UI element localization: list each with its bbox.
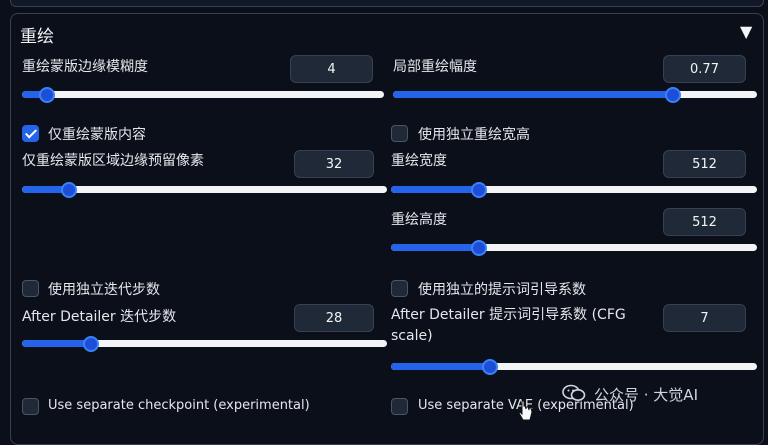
mask-blur-slider[interactable] bbox=[22, 86, 384, 103]
slider-track[interactable] bbox=[391, 244, 757, 251]
slider-track[interactable] bbox=[22, 91, 384, 98]
use-separate-size-checkbox[interactable] bbox=[391, 125, 408, 142]
mask-blur-label: 重绘蒙版边缘模糊度 bbox=[22, 59, 148, 75]
use-separate-checkpoint-checkbox[interactable] bbox=[22, 398, 39, 415]
section-title: 重绘 bbox=[20, 27, 54, 47]
inpaint-only-masked-label: 仅重绘蒙版内容 bbox=[48, 127, 146, 143]
slider-thumb[interactable] bbox=[61, 181, 78, 198]
slider-fill bbox=[22, 340, 92, 347]
slider-thumb[interactable] bbox=[481, 358, 498, 375]
slider-thumb[interactable] bbox=[665, 86, 682, 103]
width-input[interactable]: 512 bbox=[663, 150, 746, 178]
height-label: 重绘高度 bbox=[391, 212, 447, 228]
cfg-label: After Detailer 提示词引导系数 (CFG scale) bbox=[391, 307, 626, 344]
padding-input[interactable]: 32 bbox=[294, 150, 374, 178]
use-separate-cfg-checkbox[interactable] bbox=[391, 280, 408, 297]
inpaint-panel bbox=[10, 13, 764, 445]
slider-thumb[interactable] bbox=[470, 181, 487, 198]
inpaint-only-masked-checkbox[interactable] bbox=[22, 125, 39, 142]
padding-slider[interactable] bbox=[22, 181, 387, 198]
use-separate-steps-checkbox[interactable] bbox=[22, 280, 39, 297]
slider-track[interactable] bbox=[391, 363, 757, 370]
height-slider[interactable] bbox=[391, 239, 757, 256]
mask-blur-input[interactable]: 4 bbox=[290, 55, 373, 83]
steps-label: After Detailer 迭代步数 bbox=[22, 309, 177, 325]
slider-fill bbox=[391, 186, 479, 193]
slider-fill bbox=[391, 244, 479, 251]
slider-thumb[interactable] bbox=[39, 86, 56, 103]
use-separate-cfg-label: 使用独立的提示词引导系数 bbox=[418, 282, 586, 298]
padding-label: 仅重绘蒙版区域边缘预留像素 bbox=[22, 153, 204, 169]
slider-track[interactable] bbox=[393, 91, 757, 98]
slider-thumb[interactable] bbox=[83, 335, 100, 352]
cfg-slider[interactable] bbox=[391, 358, 757, 375]
use-separate-checkpoint-label: Use separate checkpoint (experimental) bbox=[48, 398, 310, 413]
triangle-down-icon[interactable]: ▼ bbox=[740, 22, 752, 41]
denoise-label: 局部重绘幅度 bbox=[393, 59, 477, 75]
use-separate-size-label: 使用独立重绘宽高 bbox=[418, 127, 530, 143]
width-slider[interactable] bbox=[391, 181, 757, 198]
slider-track[interactable] bbox=[22, 340, 387, 347]
denoise-slider[interactable] bbox=[393, 86, 757, 103]
wechat-icon bbox=[562, 384, 586, 401]
watermark-text: 公众号 · 大觉AI bbox=[594, 386, 698, 404]
height-input[interactable]: 512 bbox=[663, 208, 746, 236]
slider-fill bbox=[391, 363, 490, 370]
slider-fill bbox=[393, 91, 674, 98]
slider-track[interactable] bbox=[391, 186, 757, 193]
use-separate-vae-checkbox[interactable] bbox=[391, 398, 408, 415]
use-separate-steps-label: 使用独立迭代步数 bbox=[48, 282, 160, 298]
denoise-input[interactable]: 0.77 bbox=[663, 55, 746, 83]
width-label: 重绘宽度 bbox=[391, 153, 447, 169]
steps-input[interactable]: 28 bbox=[294, 304, 374, 332]
mouse-cursor-icon bbox=[519, 400, 533, 421]
slider-thumb[interactable] bbox=[470, 239, 487, 256]
steps-slider[interactable] bbox=[22, 335, 387, 352]
cfg-input[interactable]: 7 bbox=[663, 304, 746, 332]
previous-panel-edge bbox=[10, 0, 764, 7]
